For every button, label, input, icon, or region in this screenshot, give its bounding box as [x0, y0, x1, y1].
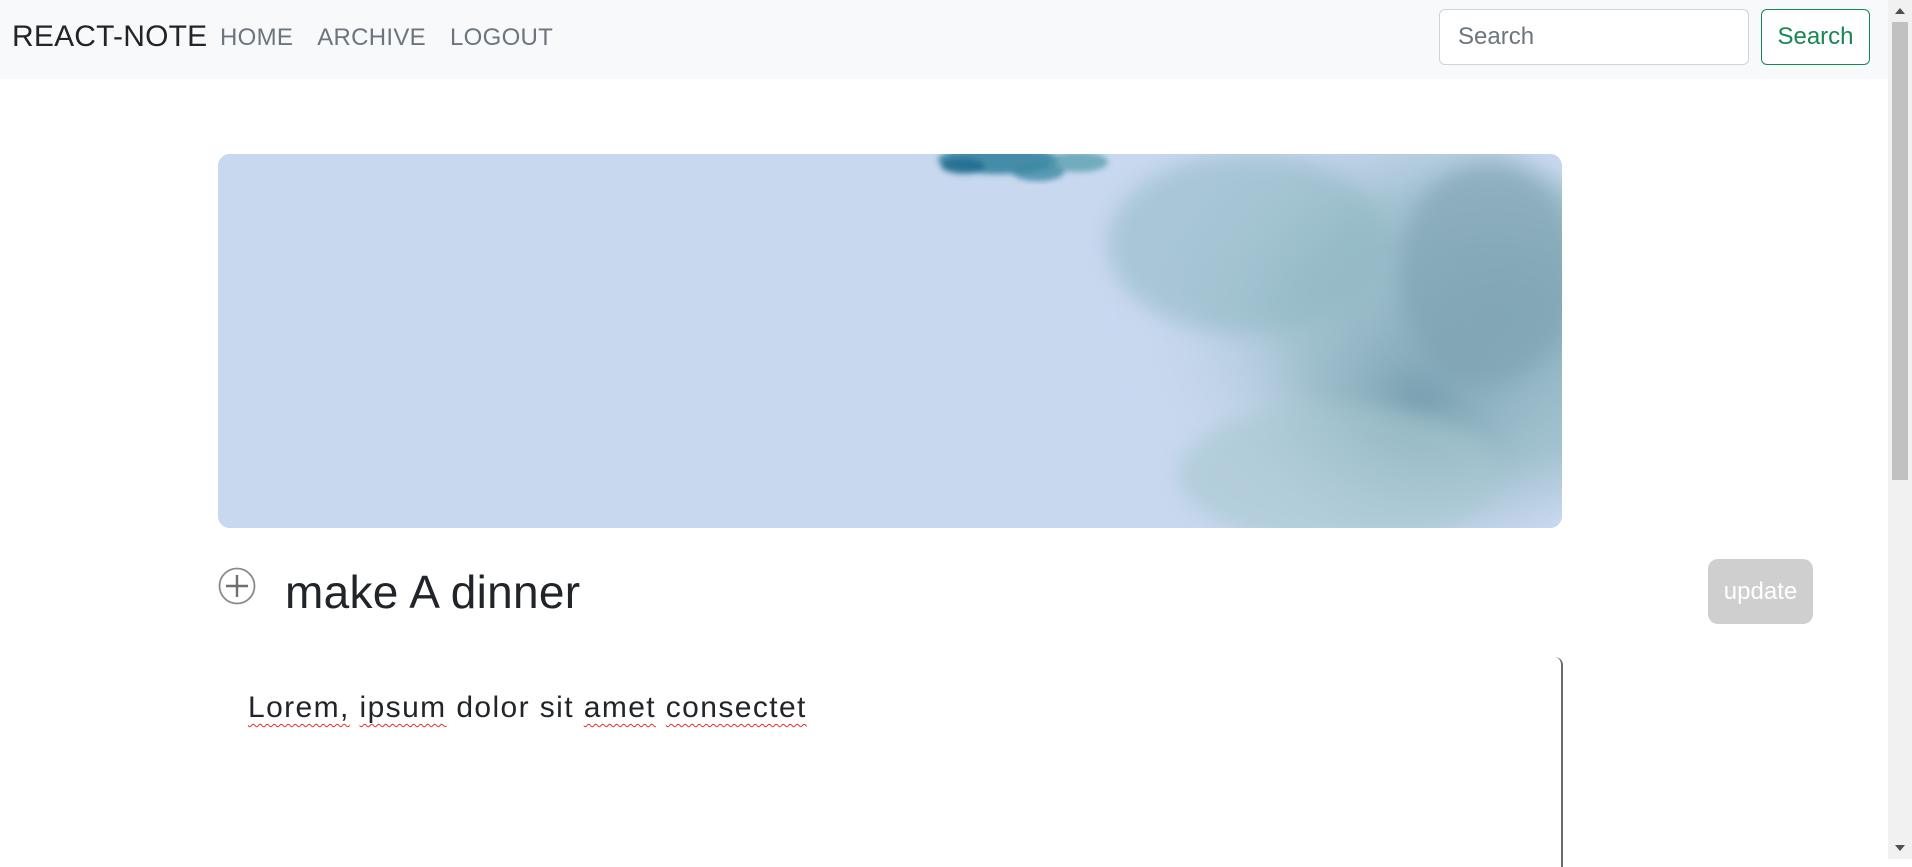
body-word: Lorem,	[248, 691, 350, 724]
nav-link-logout[interactable]: LOGOUT	[450, 24, 553, 52]
note-body-text[interactable]: Lorem, ipsum dolor sit amet consectet	[248, 691, 807, 725]
brand-logo[interactable]: REACT-NOTE	[12, 20, 207, 54]
nav-links: HOME ARCHIVE LOGOUT	[220, 24, 553, 52]
nav-link-home[interactable]: HOME	[220, 24, 293, 52]
search-input[interactable]	[1439, 9, 1749, 65]
note-cover-image	[218, 154, 1562, 528]
note-editor[interactable]: Lorem, ipsum dolor sit amet consectet	[218, 657, 1563, 867]
body-word: ipsum	[359, 691, 447, 724]
nav-link-archive[interactable]: ARCHIVE	[317, 24, 426, 52]
scroll-down-arrow-icon[interactable]	[1895, 845, 1905, 851]
body-word: sit	[539, 691, 574, 724]
update-button[interactable]: update	[1708, 559, 1813, 624]
body-word: amet	[583, 691, 657, 724]
scrollbar-thumb[interactable]	[1892, 22, 1908, 480]
scroll-up-arrow-icon[interactable]	[1895, 8, 1905, 14]
body-word: dolor	[456, 691, 531, 724]
plus-circle-icon[interactable]	[218, 567, 256, 605]
page-scrollbar[interactable]	[1888, 0, 1912, 859]
top-navbar: REACT-NOTE HOME ARCHIVE LOGOUT Search	[0, 0, 1888, 79]
body-word: consectet	[665, 691, 807, 724]
note-title[interactable]: make A dinner	[285, 565, 580, 619]
search-button[interactable]: Search	[1761, 9, 1870, 65]
